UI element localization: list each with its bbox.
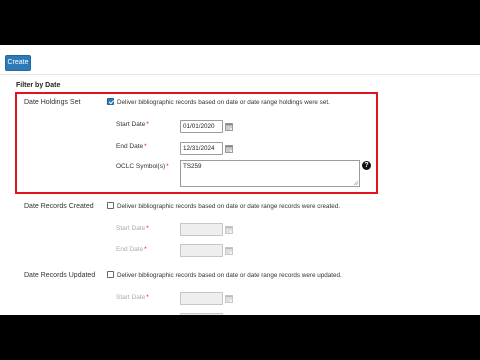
created-end-date-label: End Date* — [116, 246, 147, 253]
updated-start-date-label: Start Date* — [116, 294, 149, 301]
create-button[interactable]: Create — [5, 55, 31, 71]
created-start-date-label: Start Date* — [116, 225, 149, 232]
calendar-icon[interactable] — [225, 294, 233, 303]
oclc-symbols-value: TS259 — [183, 163, 202, 170]
filter-by-date-heading: Filter by Date — [16, 82, 61, 89]
date-holdings-set-checkbox[interactable] — [107, 98, 114, 105]
created-end-date-input[interactable] — [180, 244, 223, 257]
calendar-icon[interactable] — [225, 225, 233, 234]
holdings-start-date-label: Start Date* — [116, 121, 149, 128]
calendar-icon[interactable] — [225, 246, 233, 255]
updated-end-date-input[interactable] — [180, 313, 223, 315]
page-content: Create Filter by Date Date Holdings Set … — [0, 45, 480, 315]
date-records-updated-checkbox[interactable] — [107, 271, 114, 278]
date-records-created-checkbox-label: Deliver bibliographic records based on d… — [117, 203, 340, 210]
holdings-end-date-label: End Date* — [116, 143, 147, 150]
calendar-icon[interactable] — [225, 144, 233, 153]
date-holdings-set-label: Date Holdings Set — [24, 99, 81, 106]
date-records-created-checkbox[interactable] — [107, 202, 114, 209]
date-records-updated-checkbox-label: Deliver bibliographic records based on d… — [117, 272, 342, 279]
calendar-icon[interactable] — [225, 122, 233, 131]
resize-grip-icon[interactable] — [353, 180, 358, 185]
holdings-end-date-input[interactable]: 12/31/2024 — [180, 142, 223, 155]
date-records-updated-label: Date Records Updated — [24, 272, 96, 279]
oclc-symbols-label: OCLC Symbol(s)* — [116, 163, 169, 170]
created-start-date-input[interactable] — [180, 223, 223, 236]
date-holdings-set-checkbox-label: Deliver bibliographic records based on d… — [117, 99, 330, 106]
oclc-symbols-textarea[interactable]: TS259 — [180, 160, 360, 187]
date-records-created-label: Date Records Created — [24, 203, 94, 210]
holdings-start-date-input[interactable]: 01/01/2020 — [180, 120, 223, 133]
toolbar: Create — [0, 45, 480, 75]
help-icon[interactable]: ? — [362, 161, 371, 170]
updated-start-date-input[interactable] — [180, 292, 223, 305]
